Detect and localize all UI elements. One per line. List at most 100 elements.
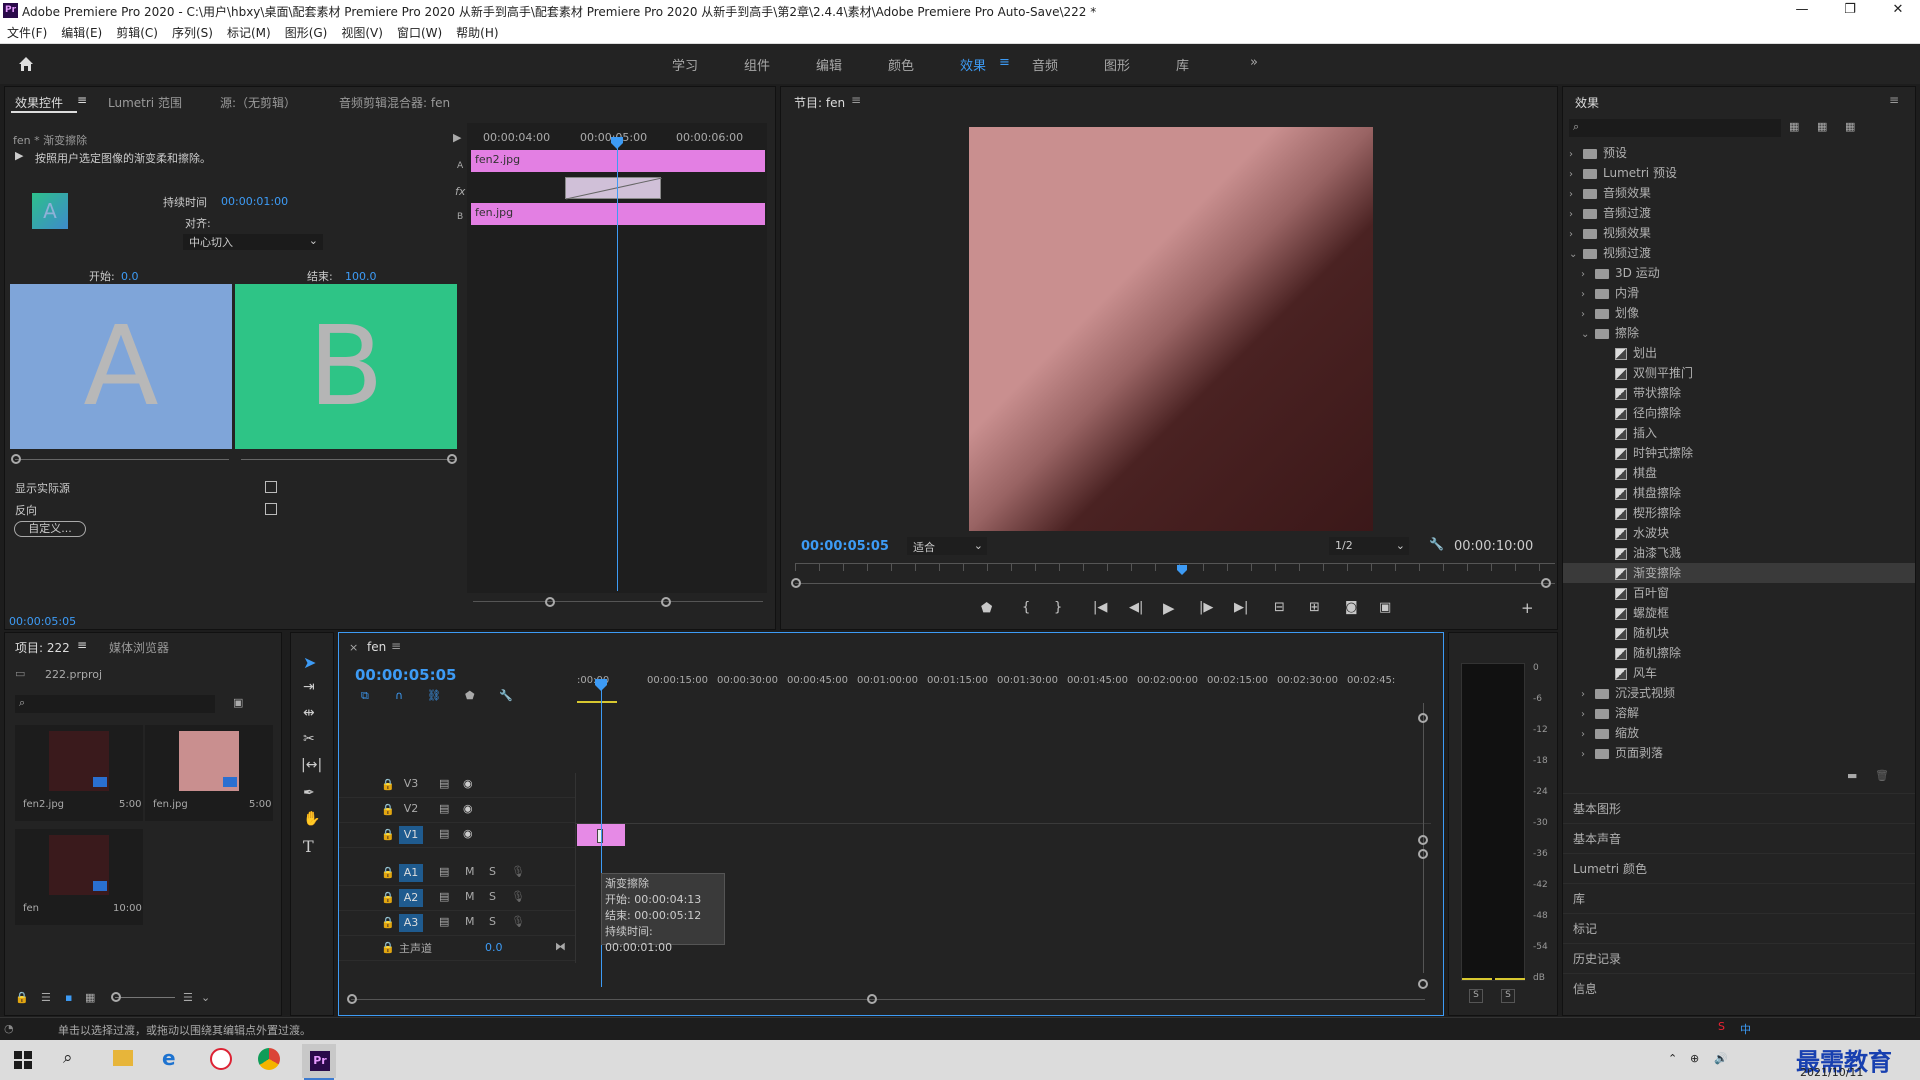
32bit-effects-icon[interactable]: ▦ — [1817, 120, 1827, 133]
mute-button[interactable]: M — [465, 915, 475, 928]
workspace-editing[interactable]: 编辑 — [816, 55, 842, 74]
add-button-icon[interactable]: + — [1521, 599, 1534, 617]
effects-folder[interactable]: › 内滑 — [1563, 283, 1915, 303]
project-search-input[interactable] — [15, 695, 215, 713]
go-to-out-icon[interactable]: ▶| — [1234, 600, 1248, 615]
search-icon[interactable]: ⌕ — [63, 1048, 73, 1068]
camera-icon[interactable]: ◙ — [1345, 600, 1358, 615]
sync-lock-icon[interactable]: ▤ — [439, 915, 449, 928]
effects-folder[interactable]: › 3D 运动 — [1563, 263, 1915, 283]
resolution-dropdown[interactable]: 1/2 ⌄ — [1329, 537, 1409, 555]
maximize-button[interactable]: ❐ — [1835, 2, 1865, 20]
effect-item[interactable]: 风车 — [1563, 663, 1915, 683]
extract-icon[interactable]: ⊞ — [1309, 600, 1320, 615]
minimize-button[interactable]: — — [1787, 2, 1817, 20]
sync-lock-icon[interactable]: ▤ — [439, 890, 449, 903]
reverse-checkbox[interactable] — [265, 503, 277, 515]
new-bin-from-search-icon[interactable]: ▣ — [233, 696, 243, 709]
track-a1[interactable]: 🔒 A1 ▤ M S 🎙 — [339, 861, 575, 886]
microphone-icon[interactable]: 🎙 — [511, 890, 525, 903]
solo-button[interactable]: S — [489, 890, 496, 903]
chevron-right-icon[interactable]: › — [1581, 745, 1593, 765]
chevron-down-icon[interactable]: ⌄ — [201, 991, 210, 1004]
tray-expand-icon[interactable]: ⌃ — [1668, 1052, 1677, 1065]
sort-icon[interactable]: ☰ — [183, 991, 193, 1004]
delete-icon[interactable]: 🗑 — [1875, 769, 1889, 782]
ec-current-time[interactable]: 00:00:05:05 — [9, 615, 76, 628]
project-item-fen2[interactable]: fen2.jpg 5:00 — [15, 725, 143, 821]
effects-folder[interactable]: › 音频效果 — [1563, 183, 1915, 203]
snap-icon[interactable]: ∩ — [395, 689, 403, 702]
menu-window[interactable]: 窗口(W) — [390, 22, 449, 41]
program-timecode[interactable]: 00:00:05:05 — [801, 539, 889, 554]
panel-section-header[interactable]: Lumetri 颜色 — [1563, 853, 1915, 883]
panel-section-header[interactable]: 库 — [1563, 883, 1915, 913]
step-forward-icon[interactable]: |▶ — [1199, 600, 1213, 615]
effect-item[interactable]: 油漆飞溅 — [1563, 543, 1915, 563]
pen-tool-icon[interactable]: ✒ — [303, 785, 315, 801]
app-icon[interactable] — [210, 1048, 232, 1070]
track-v1[interactable]: 🔒 V1 ▤ ◉ — [339, 823, 575, 848]
project-item-fen[interactable]: fen.jpg 5:00 — [145, 725, 273, 821]
effects-folder[interactable]: › 页面剥落 — [1563, 743, 1915, 763]
timeline-ruler[interactable]: :00:00 00:00:15:00 00:00:30:00 00:00:45:00 0… — [577, 675, 1417, 695]
v1-transition[interactable] — [597, 829, 603, 843]
chrome-icon[interactable] — [258, 1048, 280, 1070]
eye-icon[interactable]: ◉ — [463, 777, 473, 790]
horizontal-scrollbar[interactable] — [351, 999, 1425, 1000]
wrench-icon[interactable]: 🔧 — [1429, 537, 1444, 551]
duration-value[interactable]: 00:00:01:00 — [221, 195, 288, 208]
panel-section-header[interactable]: 基本声音 — [1563, 823, 1915, 853]
add-marker-icon[interactable]: ⬟ — [981, 601, 992, 616]
program-scroll-left-handle[interactable] — [791, 578, 801, 588]
eye-icon[interactable]: ◉ — [463, 827, 473, 840]
lock-icon[interactable]: 🔒 — [381, 916, 395, 929]
tab-project[interactable]: 项目: 222 — [15, 639, 70, 656]
master-volume[interactable]: 0.0 — [485, 941, 503, 954]
menu-view[interactable]: 视图(V) — [334, 22, 390, 41]
workspace-audio[interactable]: 音频 — [1032, 55, 1058, 74]
timeline-timecode[interactable]: 00:00:05:05 — [355, 666, 457, 684]
effects-folder[interactable]: › 沉浸式视频 — [1563, 683, 1915, 703]
chevron-right-icon[interactable]: › — [1569, 205, 1581, 225]
track-label[interactable]: A2 — [399, 889, 423, 907]
h-scroll-right-handle[interactable] — [867, 994, 877, 1004]
program-tab[interactable]: 节目: fen — [794, 94, 845, 111]
effect-item[interactable]: 螺旋框 — [1563, 603, 1915, 623]
chevron-right-icon[interactable]: › — [1581, 305, 1593, 325]
effect-item[interactable]: 插入 — [1563, 423, 1915, 443]
effects-menu-icon[interactable]: ≡ — [1889, 93, 1899, 107]
menu-file[interactable]: 文件(F) — [0, 22, 54, 41]
chevron-right-icon[interactable]: › — [1569, 165, 1581, 185]
lock-icon[interactable]: 🔒 — [381, 891, 395, 904]
panel-section-header[interactable]: 信息 — [1563, 973, 1915, 1003]
align-dropdown[interactable]: 中心切入 ⌄ — [183, 234, 323, 250]
track-v2[interactable]: 🔒 V2 ▤ ◉ — [339, 798, 575, 823]
effects-search-input[interactable] — [1569, 119, 1781, 137]
sync-lock-icon[interactable]: ▤ — [439, 865, 449, 878]
effects-folder[interactable]: › 溶解 — [1563, 703, 1915, 723]
chevron-right-icon[interactable]: › — [1569, 185, 1581, 205]
collapse-triangle-icon[interactable]: ▶ — [15, 149, 23, 162]
effects-folder[interactable]: ⌄ 视频过渡 — [1563, 243, 1915, 263]
effect-item[interactable]: 随机擦除 — [1563, 643, 1915, 663]
effect-item[interactable]: 棋盘擦除 — [1563, 483, 1915, 503]
timeline-menu-icon[interactable]: ≡ — [391, 639, 401, 653]
microphone-icon[interactable]: 🎙 — [511, 865, 525, 878]
nest-icon[interactable]: ⧉ — [361, 689, 369, 703]
tab-source[interactable]: 源:（无剪辑） — [220, 94, 296, 111]
master-go-icon[interactable]: ⧓ — [555, 940, 566, 953]
ripple-edit-tool-icon[interactable]: ⇹ — [303, 705, 315, 721]
effect-item[interactable]: 带状擦除 — [1563, 383, 1915, 403]
effect-item[interactable]: 百叶窗 — [1563, 583, 1915, 603]
a-scroll-top-handle[interactable] — [1418, 849, 1428, 859]
expand-arrow-icon[interactable]: ▶ — [453, 131, 461, 144]
track-label[interactable]: A1 — [399, 864, 423, 882]
comparison-view-icon[interactable]: ▣ — [1379, 600, 1391, 615]
sync-lock-icon[interactable]: ▤ — [439, 802, 449, 815]
workspace-menu-icon[interactable]: ≡ — [999, 55, 1010, 70]
volume-icon[interactable]: 🔊 — [1714, 1052, 1728, 1065]
menu-marker[interactable]: 标记(M) — [220, 22, 278, 41]
start-value[interactable]: 0.0 — [121, 270, 139, 283]
mute-button[interactable]: M — [465, 890, 475, 903]
